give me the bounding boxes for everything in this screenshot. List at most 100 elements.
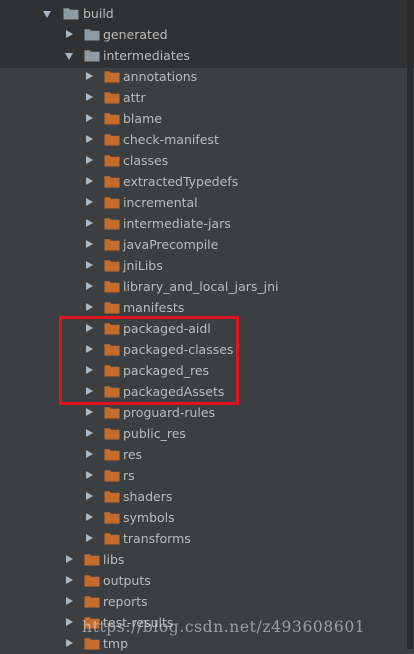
tree-item[interactable]: jniLibs <box>0 255 414 276</box>
collapse-arrow-icon[interactable] <box>84 255 96 276</box>
tree-item[interactable]: rs <box>0 465 414 486</box>
tree-item-label: annotations <box>123 69 198 84</box>
excluded-folder-icon <box>104 343 120 356</box>
tree-item-label: libs <box>103 552 125 567</box>
tree-item[interactable]: reports <box>0 591 414 612</box>
tree-item[interactable]: test-results <box>0 612 414 633</box>
excluded-folder-icon <box>104 511 120 524</box>
project-tree[interactable]: build generated intermediates annotations at… <box>0 3 414 654</box>
tree-item-label: packaged_res <box>123 363 210 378</box>
tree-item[interactable]: proguard-rules <box>0 402 414 423</box>
collapse-arrow-icon[interactable] <box>84 129 96 150</box>
excluded-folder-icon <box>104 70 120 83</box>
tree-item[interactable]: blame <box>0 108 414 129</box>
excluded-folder-icon <box>84 637 100 650</box>
excluded-folder-icon <box>104 364 120 377</box>
collapse-arrow-icon[interactable] <box>64 549 76 570</box>
collapse-arrow-icon[interactable] <box>84 339 96 360</box>
tree-item[interactable]: libs <box>0 549 414 570</box>
collapse-arrow-icon[interactable] <box>84 360 96 381</box>
collapse-arrow-icon[interactable] <box>84 171 96 192</box>
collapse-arrow-icon[interactable] <box>84 444 96 465</box>
tree-item[interactable]: transforms <box>0 528 414 549</box>
collapse-arrow-icon[interactable] <box>64 591 76 612</box>
tree-item[interactable]: manifests <box>0 297 414 318</box>
tree-item[interactable]: packaged_res <box>0 360 414 381</box>
excluded-folder-icon <box>104 196 120 209</box>
tree-item[interactable]: build <box>0 3 414 24</box>
tree-item[interactable]: incremental <box>0 192 414 213</box>
excluded-folder-icon <box>104 385 120 398</box>
tree-item-label: check-manifest <box>123 132 219 147</box>
collapse-arrow-icon[interactable] <box>84 423 96 444</box>
tree-item[interactable]: public_res <box>0 423 414 444</box>
folder-icon <box>84 49 100 62</box>
tree-item-label: rs <box>123 468 135 483</box>
tree-item-label: tmp <box>103 636 129 651</box>
collapse-arrow-icon[interactable] <box>84 108 96 129</box>
excluded-folder-icon <box>104 322 120 335</box>
vertical-scrollbar[interactable] <box>407 0 413 649</box>
tree-item-label: classes <box>123 153 169 168</box>
collapse-arrow-icon[interactable] <box>84 87 96 108</box>
collapse-arrow-icon[interactable] <box>64 633 76 654</box>
collapse-arrow-icon[interactable] <box>84 402 96 423</box>
collapse-arrow-icon[interactable] <box>84 234 96 255</box>
collapse-arrow-icon[interactable] <box>64 24 76 45</box>
excluded-folder-icon <box>104 154 120 167</box>
collapse-arrow-icon[interactable] <box>84 192 96 213</box>
tree-item[interactable]: packaged-classes <box>0 339 414 360</box>
tree-item[interactable]: attr <box>0 87 414 108</box>
tree-item[interactable]: extractedTypedefs <box>0 171 414 192</box>
excluded-folder-icon <box>84 553 100 566</box>
tree-item[interactable]: classes <box>0 150 414 171</box>
excluded-folder-icon <box>104 280 120 293</box>
excluded-folder-icon <box>104 448 120 461</box>
excluded-folder-icon <box>104 175 120 188</box>
collapse-arrow-icon[interactable] <box>84 381 96 402</box>
tree-item-label: blame <box>123 111 162 126</box>
tree-item-label: generated <box>103 27 168 42</box>
tree-item[interactable]: res <box>0 444 414 465</box>
collapse-arrow-icon[interactable] <box>64 612 76 633</box>
tree-item-label: outputs <box>103 573 151 588</box>
expand-arrow-icon[interactable] <box>64 45 76 66</box>
tree-item[interactable]: shaders <box>0 486 414 507</box>
excluded-folder-icon <box>84 595 100 608</box>
tree-item[interactable]: annotations <box>0 66 414 87</box>
collapse-arrow-icon[interactable] <box>84 66 96 87</box>
excluded-folder-icon <box>104 112 120 125</box>
excluded-folder-icon <box>104 406 120 419</box>
tree-item[interactable]: library_and_local_jars_jni <box>0 276 414 297</box>
tree-item-label: transforms <box>123 531 191 546</box>
expand-arrow-icon[interactable] <box>42 3 54 24</box>
collapse-arrow-icon[interactable] <box>84 507 96 528</box>
tree-item[interactable]: check-manifest <box>0 129 414 150</box>
tree-item[interactable]: tmp <box>0 633 414 654</box>
tree-item-label: public_res <box>123 426 186 441</box>
tree-item[interactable]: packaged-aidl <box>0 318 414 339</box>
collapse-arrow-icon[interactable] <box>84 297 96 318</box>
tree-item[interactable]: intermediates <box>0 45 414 66</box>
tree-item-label: reports <box>103 594 148 609</box>
tree-item-label: manifests <box>123 300 185 315</box>
collapse-arrow-icon[interactable] <box>64 570 76 591</box>
collapse-arrow-icon[interactable] <box>84 150 96 171</box>
tree-item[interactable]: intermediate-jars <box>0 213 414 234</box>
collapse-arrow-icon[interactable] <box>84 486 96 507</box>
excluded-folder-icon <box>104 259 120 272</box>
collapse-arrow-icon[interactable] <box>84 465 96 486</box>
tree-item-label: packagedAssets <box>123 384 225 399</box>
tree-item-label: symbols <box>123 510 175 525</box>
tree-item[interactable]: symbols <box>0 507 414 528</box>
collapse-arrow-icon[interactable] <box>84 276 96 297</box>
collapse-arrow-icon[interactable] <box>84 528 96 549</box>
tree-item[interactable]: generated <box>0 24 414 45</box>
collapse-arrow-icon[interactable] <box>84 318 96 339</box>
tree-item[interactable]: outputs <box>0 570 414 591</box>
tree-item[interactable]: javaPrecompile <box>0 234 414 255</box>
excluded-folder-icon <box>104 217 120 230</box>
tree-item-label: packaged-aidl <box>123 321 211 336</box>
tree-item[interactable]: packagedAssets <box>0 381 414 402</box>
collapse-arrow-icon[interactable] <box>84 213 96 234</box>
